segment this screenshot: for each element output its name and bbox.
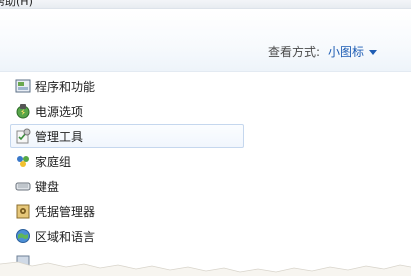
dropdown-caret-icon	[369, 50, 377, 55]
menu-help[interactable]: 帮助(H)	[0, 0, 33, 8]
admin-tools-icon	[16, 128, 31, 144]
menu-bar: 帮助(H)	[0, 0, 411, 9]
item-power-options[interactable]: 电源选项	[10, 99, 244, 123]
torn-edge-overlay	[0, 261, 411, 276]
view-by-label: 查看方式:	[267, 45, 320, 59]
homegroup-icon	[17, 156, 29, 167]
item-keyboard[interactable]: 键盘	[10, 174, 244, 198]
view-by-value: 小图标	[327, 45, 364, 59]
control-panel-header: 查看方式: 小图标	[0, 9, 411, 72]
region-language-icon	[16, 229, 30, 243]
view-by-dropdown[interactable]: 小图标	[328, 43, 377, 60]
item-homegroup[interactable]: 家庭组	[10, 149, 244, 173]
power-options-icon	[16, 104, 30, 119]
item-programs-features[interactable]: 程序和功能	[10, 74, 244, 98]
item-region-language[interactable]: 区域和语言	[10, 224, 244, 248]
keyboard-icon	[15, 182, 31, 191]
view-by-selector: 查看方式: 小图标	[268, 43, 377, 60]
item-admin-tools[interactable]: 管理工具	[10, 124, 244, 148]
credential-manager-icon	[16, 204, 30, 219]
programs-features-icon	[15, 79, 31, 93]
item-credential-manager[interactable]: 凭据管理器	[10, 199, 244, 223]
